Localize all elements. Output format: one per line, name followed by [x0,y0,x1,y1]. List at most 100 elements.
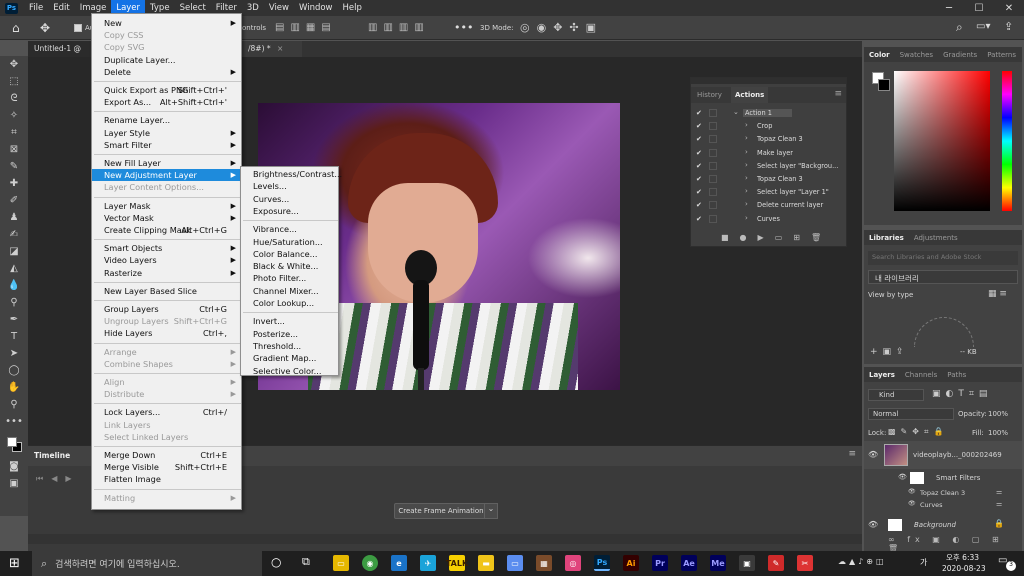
brush-tool-icon[interactable]: ✐ [0,192,28,209]
3d-tools-icons[interactable]: ◎◉✥✣▣ [520,21,603,34]
library-select[interactable]: 내 라이브러리 [868,270,1018,284]
toggle-check-icon[interactable]: ✔ [696,188,702,196]
layer-menu-item[interactable]: Create Clipping Mask Alt+Ctrl+G [92,224,241,236]
action-step-row[interactable]: ✔ › Make layer [691,147,846,160]
filter-row-topaz[interactable]: 👁 Topaz Clean 3 ⚌ [864,487,1022,499]
menu-file[interactable]: File [24,0,48,16]
clone-stamp-icon[interactable]: ♟ [0,209,28,226]
toggle-check-icon[interactable]: ✔ [696,109,702,117]
layer-menu-item[interactable]: Rasterize ▶ [92,267,241,279]
crop-tool-icon[interactable]: ⌗ [0,124,28,141]
move-tool-icon[interactable]: ✥ [40,21,50,35]
expand-right-icon[interactable]: › [745,200,748,208]
auto-select-checkbox[interactable] [74,24,82,32]
visibility-eye-icon[interactable]: 👁 [868,520,878,529]
layer-menu-item[interactable]: Merge Visible Shift+Ctrl+E [92,461,241,473]
magic-wand-icon[interactable]: ✧ [0,107,28,124]
tab-untitled[interactable]: Untitled-1 @ 50 [28,41,94,69]
adjustment-menu-item[interactable]: Levels... [241,180,338,192]
illustrator-icon[interactable]: Ai [623,555,639,571]
lasso-tool-icon[interactable]: ᘓ [0,90,28,107]
dialog-toggle-box[interactable] [709,122,717,131]
library-search-input[interactable]: Search Libraries and Adobe Stock [868,251,1018,265]
search-icon[interactable]: ⌕ [956,20,963,35]
toggle-check-icon[interactable]: ✔ [696,162,702,170]
adjustment-menu-item[interactable]: Photo Filter... [241,272,338,284]
tab-actions[interactable]: Actions [731,87,769,103]
adjustment-menu-item[interactable]: Gradient Map... [241,352,338,364]
healing-brush-icon[interactable]: ✚ [0,175,28,192]
smart-filters-eye-icon[interactable]: 👁 [898,473,907,481]
edge-icon[interactable]: e [391,555,407,571]
adjustment-menu-item[interactable]: Channel Mixer... [241,285,338,297]
layer-menu-item[interactable]: Layer Style ▶ [92,127,241,139]
app-icon[interactable]: ✎ [768,555,784,571]
dialog-toggle-box[interactable] [709,214,717,223]
windows-start-icon[interactable]: ⊞ [9,556,20,571]
filter-kind-select[interactable]: Kind [868,389,924,401]
dodge-tool-icon[interactable]: ⚲ [0,294,28,311]
library-action-icons[interactable]: +▣⇪ [870,347,909,357]
action-set-row[interactable]: ✔ ⌄ Action 1 [691,107,846,120]
eyedropper-icon[interactable]: ✎ [0,158,28,175]
after-effects-icon[interactable]: Ae [681,555,697,571]
expand-right-icon[interactable]: › [745,134,748,142]
actions-controls-icons[interactable]: ■●▶▭⊞🗑 [721,233,832,242]
tab-adjustments[interactable]: Adjustments [909,234,963,242]
layer-menu-item[interactable]: Lock Layers... Ctrl+/ [92,406,241,418]
expand-right-icon[interactable]: › [745,214,748,222]
hand-tool-icon[interactable]: ✋ [0,379,28,396]
dialog-toggle-box[interactable] [709,201,717,210]
menu-view[interactable]: View [264,0,294,16]
expand-right-icon[interactable]: › [745,121,748,129]
tab-gradients[interactable]: Gradients [938,51,982,59]
dialog-toggle-box[interactable] [709,148,717,157]
view-by-type-dropdown[interactable]: View by type [868,291,913,299]
filter-options-icon[interactable]: ⚌ [996,500,1002,508]
adjustment-menu-item[interactable]: Color Lookup... [241,297,338,309]
minimize-icon[interactable]: ─ [934,3,964,14]
pen-tool-icon[interactable]: ✒ [0,311,28,328]
toggle-check-icon[interactable]: ✔ [696,175,702,183]
create-frame-animation-button[interactable]: Create Frame Animation [394,503,488,519]
taskbar-search-box[interactable]: ⌕ 검색하려면 여기에 입력하십시오. [32,551,262,576]
move-tool-icon[interactable]: ✥ [0,56,28,73]
path-select-icon[interactable]: ➤ [0,345,28,362]
chrome-icon[interactable]: ◉ [362,555,378,571]
layer-menu-item[interactable]: Flatten Image [92,473,241,485]
distribute-icons[interactable]: ▥▥▥▥ [368,22,430,33]
history-brush-icon[interactable]: ✍ [0,226,28,243]
opacity-value[interactable]: 100% [988,410,1008,418]
layer-menu-item[interactable]: New ▶ [92,17,241,29]
layer-menu-item[interactable]: Smart Objects ▶ [92,242,241,254]
menu-edit[interactable]: Edit [48,0,74,16]
expand-down-icon[interactable]: ⌄ [733,108,739,116]
dialog-toggle-box[interactable] [709,188,717,197]
fill-value[interactable]: 100% [988,429,1008,437]
blend-mode-select[interactable]: Normal [868,408,954,420]
align-icons[interactable]: ▤▥▦▤ [275,22,337,33]
color-swatches-icon[interactable] [0,430,28,458]
filter-eye-icon[interactable]: 👁 [908,500,916,507]
zoom-tool-icon[interactable]: ⚲ [0,396,28,413]
clock-date[interactable]: 2020-08-23 [942,564,986,573]
background-color-swatch[interactable] [878,79,890,91]
layer-menu-item[interactable]: Rename Layer... [92,114,241,126]
expand-right-icon[interactable]: › [745,174,748,182]
layer-menu-item[interactable]: Hide Layers Ctrl+, [92,327,241,339]
color-field[interactable] [894,71,990,211]
adjustment-menu-item[interactable]: Invert... [241,315,338,327]
dialog-toggle-box[interactable] [709,175,717,183]
shape-tool-icon[interactable]: ◯ [0,362,28,379]
frame-tool-icon[interactable]: ⊠ [0,141,28,158]
toggle-check-icon[interactable]: ✔ [696,149,702,157]
toggle-check-icon[interactable]: ✔ [696,215,702,223]
premiere-icon[interactable]: Pr [652,555,668,571]
adjustment-menu-item[interactable]: Selective Color... [241,365,338,377]
layer-row-video[interactable]: 👁 videoplayb..._000202469 [864,441,1022,469]
tab-libraries[interactable]: Libraries [864,234,909,242]
home-icon[interactable]: ⌂ [12,21,20,35]
adjustment-menu-item[interactable]: Vibrance... [241,223,338,235]
marquee-tool-icon[interactable]: ⬚ [0,73,28,90]
adjustment-menu-item[interactable]: Curves... [241,193,338,205]
